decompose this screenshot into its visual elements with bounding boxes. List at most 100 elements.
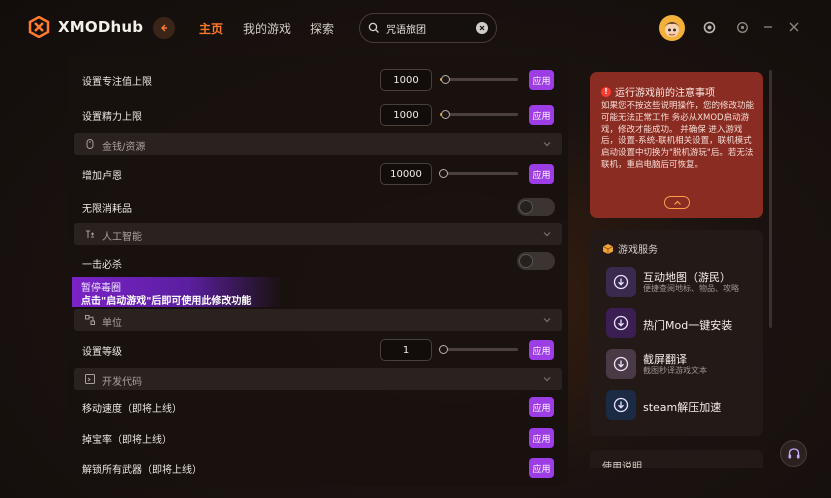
setting-row-add-lu-en: 增加卢恩 10000 应用 — [68, 162, 568, 186]
chevron-up-icon — [673, 200, 681, 205]
download-icon — [606, 267, 636, 297]
service-desc: 截图秒译游戏文本 — [643, 366, 707, 375]
toggle-knob — [519, 254, 533, 268]
set-level-input[interactable]: 1 — [380, 339, 432, 361]
minimize-icon[interactable] — [761, 20, 775, 34]
section-unit[interactable]: 单位 — [74, 309, 562, 331]
section-money[interactable]: 金钱/资源 — [74, 133, 562, 155]
service-item-mod-install[interactable]: 热门Mod一键安装 — [606, 306, 756, 340]
set-level-slider[interactable] — [439, 345, 518, 354]
setting-row-focus-max: 设置专注值上限 1000 应用 — [68, 68, 568, 92]
support-button[interactable] — [780, 440, 807, 467]
setting-row-infinite-consumables: 无限消耗品 — [68, 196, 568, 218]
app-logo[interactable]: XMODhub — [28, 15, 144, 39]
setting-label: 无限消耗品 — [82, 203, 132, 215]
setting-row-unlock-weapons: 解锁所有武器（即将上线） 应用 — [68, 457, 568, 479]
service-item-interactive-map[interactable]: 互动地图（游民） 便捷查阅地标、物品、攻略 — [606, 265, 756, 299]
setting-row-move-speed: 移动速度（即将上线） 应用 — [68, 396, 568, 418]
settings-panel: 设置专注值上限 1000 应用 设置精力上限 1000 应用 金钱/资源 增加卢… — [68, 56, 568, 486]
setting-label: 一击必杀 — [82, 259, 122, 271]
service-item-steam-accelerate[interactable]: steam解压加速 — [606, 388, 756, 422]
setting-label: 掉宝率（即将上线） — [82, 434, 172, 446]
one-hit-kill-toggle[interactable] — [517, 252, 555, 270]
search-icon — [368, 22, 379, 33]
focus-max-slider[interactable] — [440, 75, 518, 84]
slider-knob[interactable] — [439, 345, 448, 354]
search-input[interactable]: 咒语旅团 — [386, 21, 476, 36]
services-title: 游戏服务 — [602, 241, 658, 256]
setting-label: 增加卢恩 — [82, 170, 122, 182]
service-name: 热门Mod一键安装 — [643, 319, 733, 332]
unit-icon — [85, 315, 95, 325]
download-icon — [606, 308, 636, 338]
add-lu-en-apply-button[interactable]: 应用 — [529, 164, 554, 184]
mouse-icon — [86, 139, 94, 149]
download-icon — [606, 349, 636, 379]
energy-max-apply-button[interactable]: 应用 — [529, 105, 554, 125]
toggle-knob — [519, 200, 533, 214]
section-label: 金钱/资源 — [102, 142, 146, 153]
service-desc: 便捷查阅地标、物品、攻略 — [643, 284, 739, 293]
alert-icon: ! — [601, 86, 611, 97]
clear-search-button[interactable] — [476, 22, 488, 34]
banner-subtitle: 点击"启动游戏"后即可使用此修改功能 — [81, 296, 252, 307]
game-services-card: 游戏服务 互动地图（游民） 便捷查阅地标、物品、攻略 热门Mod一键安装 截屏翻… — [590, 230, 763, 436]
close-icon — [479, 25, 485, 31]
section-label: 人工智能 — [102, 232, 142, 243]
setting-label: 设置等级 — [82, 346, 122, 358]
xmod-logo-icon — [28, 15, 50, 39]
app-name: XMODhub — [58, 18, 144, 36]
section-ai[interactable]: 人工智能 — [74, 223, 562, 245]
setting-row-drop-rate: 掉宝率（即将上线） 应用 — [68, 427, 568, 449]
usage-card[interactable]: 使用说明 — [590, 450, 763, 468]
energy-max-slider[interactable] — [440, 110, 518, 119]
chevron-down-icon — [543, 142, 551, 147]
focus-max-input[interactable]: 1000 — [380, 69, 432, 91]
add-lu-en-slider[interactable] — [439, 169, 518, 178]
infinite-consumables-toggle[interactable] — [517, 198, 555, 216]
collapse-warning-button[interactable] — [664, 196, 690, 209]
search-box[interactable]: 咒语旅团 — [359, 13, 497, 43]
focus-max-apply-button[interactable]: 应用 — [529, 70, 554, 90]
robot-icon — [86, 230, 94, 238]
notification-icon[interactable] — [702, 20, 716, 34]
chevron-down-icon — [543, 377, 551, 382]
setting-label: 设置精力上限 — [82, 111, 142, 123]
launch-required-banner: 暂停毒圈 点击"启动游戏"后即可使用此修改功能 — [72, 277, 282, 307]
slider-knob[interactable] — [441, 75, 450, 84]
energy-max-input[interactable]: 1000 — [380, 104, 432, 126]
warning-title: ! 运行游戏前的注意事项 — [601, 84, 715, 99]
scrollbar[interactable] — [769, 70, 772, 328]
nav-home[interactable]: 主页 — [199, 20, 223, 37]
back-button[interactable] — [153, 17, 175, 39]
nav-explore[interactable]: 探索 — [310, 20, 334, 37]
section-label: 单位 — [102, 318, 122, 329]
cube-icon — [602, 243, 614, 254]
services-title-text: 游戏服务 — [618, 245, 658, 256]
setting-label: 解锁所有武器（即将上线） — [82, 464, 202, 476]
headset-icon — [788, 447, 799, 458]
chevron-down-icon — [543, 318, 551, 323]
avatar[interactable] — [659, 15, 685, 41]
slider-knob[interactable] — [439, 169, 448, 178]
drop-rate-apply-button[interactable]: 应用 — [529, 428, 554, 448]
section-dev-code[interactable]: 开发代码 — [74, 368, 562, 390]
code-icon — [85, 374, 95, 384]
add-lu-en-input[interactable]: 10000 — [380, 163, 432, 185]
setting-row-energy-max: 设置精力上限 1000 应用 — [68, 103, 568, 127]
settings-icon[interactable] — [735, 20, 749, 34]
warning-card: ! 运行游戏前的注意事项 如果您不按这些说明操作，您的修改功能可能无法正常工作 … — [590, 72, 763, 218]
top-bar: XMODhub 主页 我的游戏 探索 咒语旅团 — [0, 0, 831, 56]
slider-knob[interactable] — [441, 110, 450, 119]
unlock-weapons-apply-button[interactable]: 应用 — [529, 458, 554, 478]
setting-label: 设置专注值上限 — [82, 76, 152, 88]
service-item-screen-translate[interactable]: 截屏翻译 截图秒译游戏文本 — [606, 347, 756, 381]
section-label: 开发代码 — [102, 377, 142, 388]
close-window-icon[interactable] — [787, 20, 801, 34]
warning-title-text: 运行游戏前的注意事项 — [615, 88, 715, 99]
chevron-down-icon — [543, 232, 551, 237]
move-speed-apply-button[interactable]: 应用 — [529, 397, 554, 417]
nav-my-games[interactable]: 我的游戏 — [243, 20, 291, 37]
download-icon — [606, 390, 636, 420]
set-level-apply-button[interactable]: 应用 — [529, 340, 554, 360]
